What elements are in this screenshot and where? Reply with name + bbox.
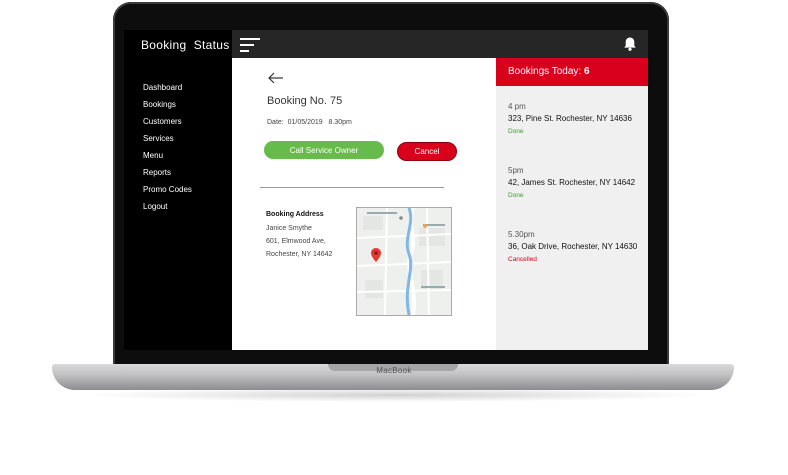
- booking-list-item[interactable]: 4 pm 323, Pine St. Rochester, NY 14636 D…: [508, 102, 643, 135]
- address-title: Booking Address: [266, 211, 324, 218]
- booking-time: 5.30pm: [508, 230, 535, 239]
- sidebar-item-promo-codes[interactable]: Promo Codes: [143, 185, 192, 202]
- arrow-left-icon[interactable]: [268, 72, 284, 84]
- divider: [260, 187, 444, 188]
- bookings-today-count: 6: [583, 66, 590, 77]
- booking-status: Done: [508, 128, 524, 135]
- sidebar-item-dashboard[interactable]: Dashboard: [143, 83, 192, 100]
- sidebar-item-menu[interactable]: Menu: [143, 151, 192, 168]
- cancel-button[interactable]: Cancel: [397, 142, 457, 161]
- booking-number: Booking No. 75: [267, 95, 343, 107]
- booking-detail-panel: Booking No. 75 Date: 01/05/2019 8.30pm C…: [232, 58, 496, 350]
- sidebar-item-reports[interactable]: Reports: [143, 168, 192, 185]
- app-title: Booking Status: [141, 38, 230, 52]
- address-street: 601, Elmwood Ave,: [266, 238, 326, 245]
- bell-icon[interactable]: [622, 36, 638, 52]
- booking-status: Done: [508, 192, 524, 199]
- booking-address: 42, James St. Rochester, NY 14642: [508, 178, 636, 187]
- sidebar-item-customers[interactable]: Customers: [143, 117, 192, 134]
- address-city: Rochester, NY 14642: [266, 251, 333, 258]
- bookings-today-label: Bookings Today:: [508, 66, 582, 77]
- booking-status: Cancelled: [508, 256, 537, 263]
- booking-list-item[interactable]: 5.30pm 36, Oak Drive, Rochester, NY 1463…: [508, 230, 643, 263]
- location-map[interactable]: [356, 207, 452, 316]
- app-screen: Booking Status Dashboard Bookings Custom…: [124, 30, 648, 350]
- device-brand-label: MacBook: [376, 366, 412, 375]
- sidebar-item-logout[interactable]: Logout: [143, 202, 192, 219]
- laptop-shadow: [80, 388, 710, 402]
- sidebar: Booking Status Dashboard Bookings Custom…: [124, 30, 232, 350]
- sidebar-item-bookings[interactable]: Bookings: [143, 100, 192, 117]
- booking-date: Date: 01/05/2019 8.30pm: [267, 119, 352, 126]
- top-bar: [232, 30, 648, 58]
- bookings-today-panel: Bookings Today: 6 4 pm 323, Pine St. Roc…: [496, 58, 648, 350]
- call-service-owner-button[interactable]: Call Service Owner: [264, 141, 384, 159]
- booking-address: 323, Pine St. Rochester, NY 14636: [508, 114, 632, 123]
- sidebar-nav: Dashboard Bookings Customers Services Me…: [143, 83, 192, 219]
- booking-time: 4 pm: [508, 102, 526, 111]
- booking-list-item[interactable]: 5pm 42, James St. Rochester, NY 14642 Do…: [508, 166, 643, 199]
- map-pin-icon: [371, 248, 381, 262]
- hamburger-icon[interactable]: [240, 38, 260, 52]
- booking-time: 5pm: [508, 166, 524, 175]
- bookings-today-header-text: Bookings Today: 6: [508, 58, 590, 86]
- address-name: Janice Smythe: [266, 225, 312, 232]
- sidebar-item-services[interactable]: Services: [143, 134, 192, 151]
- bookings-today-header: Bookings Today: 6: [496, 58, 648, 86]
- booking-address: 36, Oak Drive, Rochester, NY 14630: [508, 242, 638, 251]
